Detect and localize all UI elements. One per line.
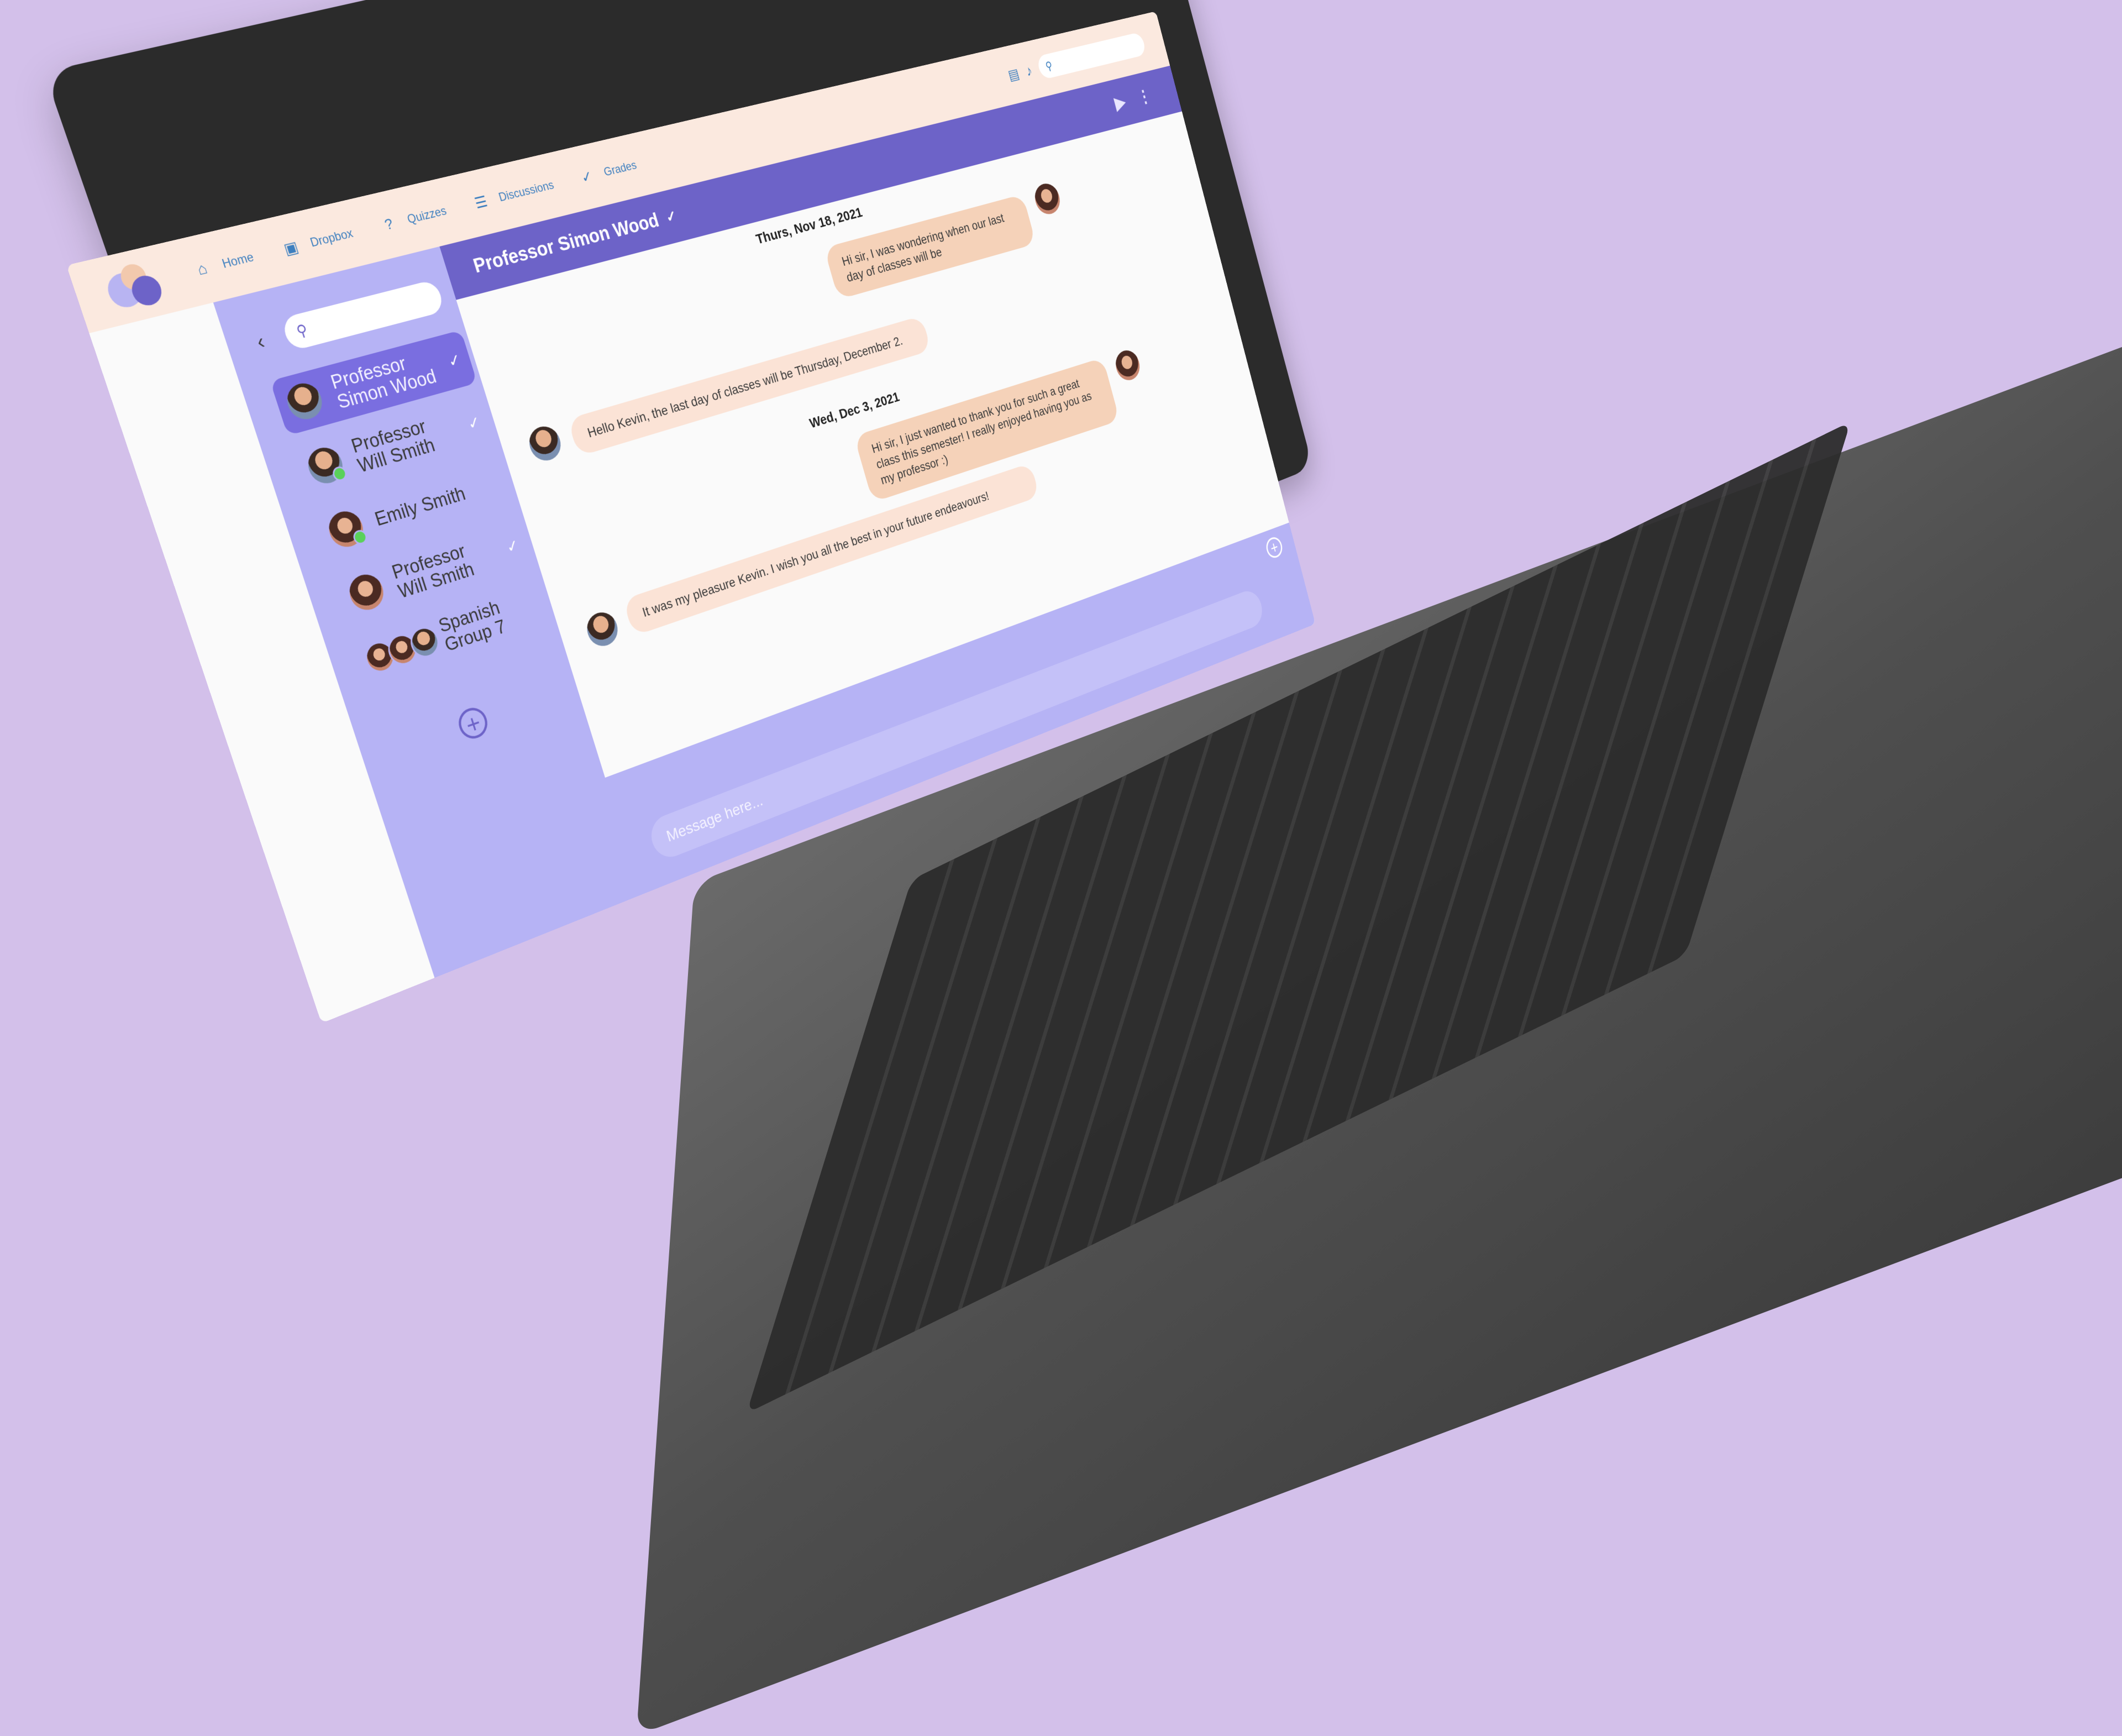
nav-dropbox[interactable]: ▣ Dropbox <box>279 223 356 260</box>
more-vertical-icon[interactable]: ⋮ <box>1136 85 1153 108</box>
avatar <box>324 507 369 552</box>
search-icon: ⚲ <box>1044 58 1054 73</box>
avatar <box>282 379 327 423</box>
nav-label: Dropbox <box>308 226 355 250</box>
read-check-icon: ✓ <box>445 350 464 371</box>
online-indicator <box>331 465 349 482</box>
avatar <box>303 443 349 487</box>
nav-quizzes[interactable]: ? Quizzes <box>377 201 449 237</box>
inbox-icon: ▣ <box>282 238 301 258</box>
chat-icon[interactable]: ▤ <box>1006 65 1021 83</box>
nav-home[interactable]: ⌂ Home <box>189 247 256 282</box>
contact-name: Professor Simon Wood <box>328 347 439 413</box>
top-search-input[interactable]: ⚲ <box>1036 32 1147 80</box>
add-contact-button[interactable]: + <box>455 704 491 743</box>
discussion-icon: ☰ <box>472 193 490 212</box>
avatar <box>345 570 388 615</box>
nav-grades[interactable]: ✓ Grades <box>576 156 639 188</box>
double-check-icon: ✓ <box>579 167 595 186</box>
back-chevron-icon[interactable]: ‹ <box>254 330 267 354</box>
chat-header-actions: ▶ ⋮ <box>1112 85 1153 113</box>
group-avatars <box>361 623 443 676</box>
question-icon: ? <box>382 215 396 234</box>
contact-name: Professor Will Smith <box>349 416 437 477</box>
nav-label: Home <box>220 250 256 271</box>
nav-label: Grades <box>602 158 638 179</box>
search-icon: ⚲ <box>294 321 310 340</box>
home-icon: ⌂ <box>195 259 209 279</box>
read-check-icon: ✓ <box>664 207 679 225</box>
bell-icon[interactable]: ♪ <box>1024 62 1034 79</box>
contact-name: Professor Will Smith <box>390 541 477 602</box>
nav-discussions[interactable]: ☰ Discussions <box>469 175 556 214</box>
online-indicator <box>351 528 369 546</box>
sender-avatar <box>525 422 565 465</box>
contact-name: Spanish Group 7 <box>436 597 508 656</box>
message-received: It was my pleasure Kevin. I wish you all… <box>622 463 1040 636</box>
sender-avatar <box>582 608 622 651</box>
my-avatar <box>1112 347 1143 384</box>
read-check-icon: ✓ <box>465 412 483 433</box>
my-avatar <box>1031 181 1063 217</box>
app-logo[interactable] <box>101 258 170 313</box>
nav-label: Discussions <box>497 178 556 204</box>
video-icon[interactable]: ▶ <box>1112 92 1127 114</box>
attach-plus-icon[interactable]: + <box>1264 534 1285 560</box>
contact-name: Emily Smith <box>372 483 468 531</box>
read-check-icon: ✓ <box>504 536 521 557</box>
nav-label: Quizzes <box>405 204 448 227</box>
